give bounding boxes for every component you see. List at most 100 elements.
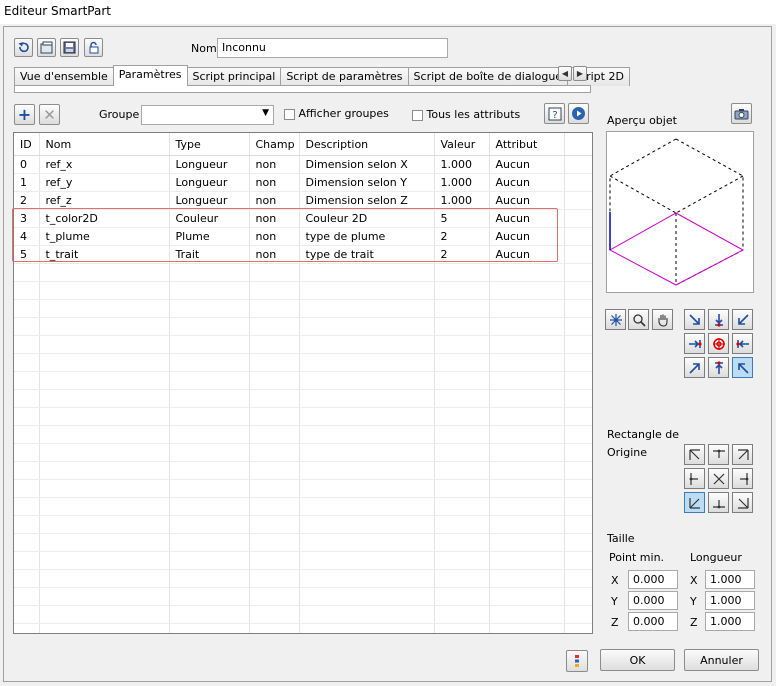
cell-value[interactable]: 2 bbox=[434, 227, 490, 246]
cell-attribute[interactable]: Aucun bbox=[489, 155, 565, 174]
play-icon[interactable] bbox=[568, 103, 589, 124]
cell-attribute[interactable]: Aucun bbox=[489, 173, 565, 192]
cell-id[interactable]: 0 bbox=[14, 155, 40, 174]
tab-scroll-right-icon[interactable]: ▶ bbox=[573, 66, 587, 81]
cell-id[interactable]: 3 bbox=[14, 209, 40, 228]
tab-overview[interactable]: Vue d'ensemble bbox=[14, 67, 114, 86]
zoom-icon[interactable] bbox=[628, 309, 649, 330]
view-top-right-icon[interactable] bbox=[732, 309, 753, 330]
cell-description[interactable]: Dimension selon X bbox=[299, 155, 435, 174]
camera-icon[interactable] bbox=[731, 103, 752, 124]
column-type[interactable]: Type bbox=[169, 133, 250, 156]
origin-center-icon[interactable] bbox=[708, 468, 729, 489]
all-attributes-box[interactable] bbox=[412, 109, 423, 121]
cell-name[interactable]: ref_y bbox=[39, 173, 170, 192]
cell-value[interactable]: 1.000 bbox=[434, 173, 490, 192]
cell-value[interactable]: 2 bbox=[434, 245, 490, 264]
cell-attribute[interactable]: Aucun bbox=[489, 227, 565, 246]
origin-bottom-icon[interactable] bbox=[708, 492, 729, 513]
tab-parameters[interactable]: Paramètres bbox=[112, 65, 188, 86]
len-z-input[interactable]: 1.000 bbox=[705, 612, 755, 631]
lock-icon[interactable] bbox=[84, 38, 103, 57]
origin-top-left-icon[interactable] bbox=[684, 444, 705, 465]
cell-attribute[interactable]: Aucun bbox=[489, 245, 565, 264]
tab-dialog-script[interactable]: Script de boîte de dialogue bbox=[407, 67, 569, 86]
color-legend-icon[interactable] bbox=[566, 650, 588, 672]
cell-field[interactable]: non bbox=[249, 209, 300, 228]
view-bottom-left-icon[interactable] bbox=[684, 357, 705, 378]
cell-type[interactable]: Longueur bbox=[169, 155, 250, 174]
view-left-icon[interactable] bbox=[684, 333, 705, 354]
len-y-input[interactable]: 1.000 bbox=[705, 591, 755, 610]
tab-main-script[interactable]: Script principal bbox=[186, 67, 282, 86]
column-name[interactable]: Nom bbox=[39, 133, 170, 156]
delete-parameter-icon[interactable]: ✕ bbox=[39, 104, 60, 125]
table-row[interactable]: 0 ref_x Longueur non Dimension selon X 1.000 A… bbox=[14, 155, 592, 174]
cell-id[interactable]: 1 bbox=[14, 173, 40, 192]
origin-bottom-right-icon[interactable] bbox=[732, 492, 753, 513]
min-x-input[interactable]: 0.000 bbox=[628, 570, 678, 589]
view-top-left-icon[interactable] bbox=[684, 309, 705, 330]
origin-left-icon[interactable] bbox=[684, 468, 705, 489]
cell-attribute[interactable]: Aucun bbox=[489, 209, 565, 228]
view-bottom-icon[interactable] bbox=[708, 357, 729, 378]
view-top-icon[interactable] bbox=[708, 309, 729, 330]
view-bottom-right-icon[interactable] bbox=[732, 357, 753, 378]
all-attributes-checkbox[interactable]: Tous les attributs bbox=[412, 108, 520, 121]
column-value[interactable]: Valeur bbox=[434, 133, 490, 156]
min-z-input[interactable]: 0.000 bbox=[628, 612, 678, 631]
min-y-input[interactable]: 0.000 bbox=[628, 591, 678, 610]
table-row[interactable]: 3 t_color2D Couleur non Couleur 2D 5 Aucun bbox=[14, 209, 592, 228]
cell-name[interactable]: t_color2D bbox=[39, 209, 170, 228]
cell-name[interactable]: t_trait bbox=[39, 245, 170, 264]
tab-parameter-script[interactable]: Script de paramètres bbox=[280, 67, 409, 86]
undo-icon[interactable] bbox=[14, 38, 33, 57]
column-id[interactable]: ID bbox=[14, 133, 40, 156]
name-input[interactable]: Inconnu bbox=[217, 38, 448, 58]
view-right-icon[interactable] bbox=[732, 333, 753, 354]
object-preview[interactable] bbox=[606, 131, 754, 293]
table-row[interactable]: 4 t_plume Plume non type de plume 2 Aucun bbox=[14, 227, 592, 246]
cell-name[interactable]: ref_z bbox=[39, 191, 170, 210]
column-field[interactable]: Champ bbox=[249, 133, 300, 156]
cell-field[interactable]: non bbox=[249, 227, 300, 246]
cancel-button[interactable]: Annuler bbox=[684, 649, 759, 671]
origin-right-icon[interactable] bbox=[732, 468, 753, 489]
cell-name[interactable]: ref_x bbox=[39, 155, 170, 174]
show-groups-box[interactable] bbox=[284, 108, 295, 120]
origin-top-right-icon[interactable] bbox=[732, 444, 753, 465]
cell-description[interactable]: Dimension selon Y bbox=[299, 173, 435, 192]
cell-id[interactable]: 2 bbox=[14, 191, 40, 210]
cell-type[interactable]: Longueur bbox=[169, 191, 250, 210]
cell-description[interactable]: type de plume bbox=[299, 227, 435, 246]
len-x-input[interactable]: 1.000 bbox=[705, 570, 755, 589]
cell-value[interactable]: 5 bbox=[434, 209, 490, 228]
cell-type[interactable]: Trait bbox=[169, 245, 250, 264]
cell-name[interactable]: t_plume bbox=[39, 227, 170, 246]
add-parameter-icon[interactable]: + bbox=[14, 104, 35, 125]
cell-id[interactable]: 5 bbox=[14, 245, 40, 264]
view-center-icon[interactable] bbox=[708, 333, 729, 354]
column-attribute[interactable]: Attribut bbox=[489, 133, 565, 156]
cell-value[interactable]: 1.000 bbox=[434, 191, 490, 210]
cell-attribute[interactable]: Aucun bbox=[489, 191, 565, 210]
table-row[interactable]: 2 ref_z Longueur non Dimension selon Z 1.000 A… bbox=[14, 191, 592, 210]
help-info-icon[interactable]: ? bbox=[544, 103, 565, 124]
cell-id[interactable]: 4 bbox=[14, 227, 40, 246]
origin-top-icon[interactable] bbox=[708, 444, 729, 465]
cell-field[interactable]: non bbox=[249, 245, 300, 264]
cell-field[interactable]: non bbox=[249, 173, 300, 192]
cell-type[interactable]: Couleur bbox=[169, 209, 250, 228]
cell-field[interactable]: non bbox=[249, 155, 300, 174]
table-row[interactable]: 1 ref_y Longueur non Dimension selon Y 1.000 A… bbox=[14, 173, 592, 192]
cell-description[interactable]: Couleur 2D bbox=[299, 209, 435, 228]
show-groups-checkbox[interactable]: Afficher groupes bbox=[284, 107, 389, 120]
tab-scroll-left-icon[interactable]: ◀ bbox=[558, 66, 572, 81]
pan-hand-icon[interactable] bbox=[652, 309, 673, 330]
cell-value[interactable]: 1.000 bbox=[434, 155, 490, 174]
column-description[interactable]: Description bbox=[299, 133, 435, 156]
cell-field[interactable]: non bbox=[249, 191, 300, 210]
cell-description[interactable]: Dimension selon Z bbox=[299, 191, 435, 210]
cell-type[interactable]: Plume bbox=[169, 227, 250, 246]
ok-button[interactable]: OK bbox=[600, 649, 675, 671]
